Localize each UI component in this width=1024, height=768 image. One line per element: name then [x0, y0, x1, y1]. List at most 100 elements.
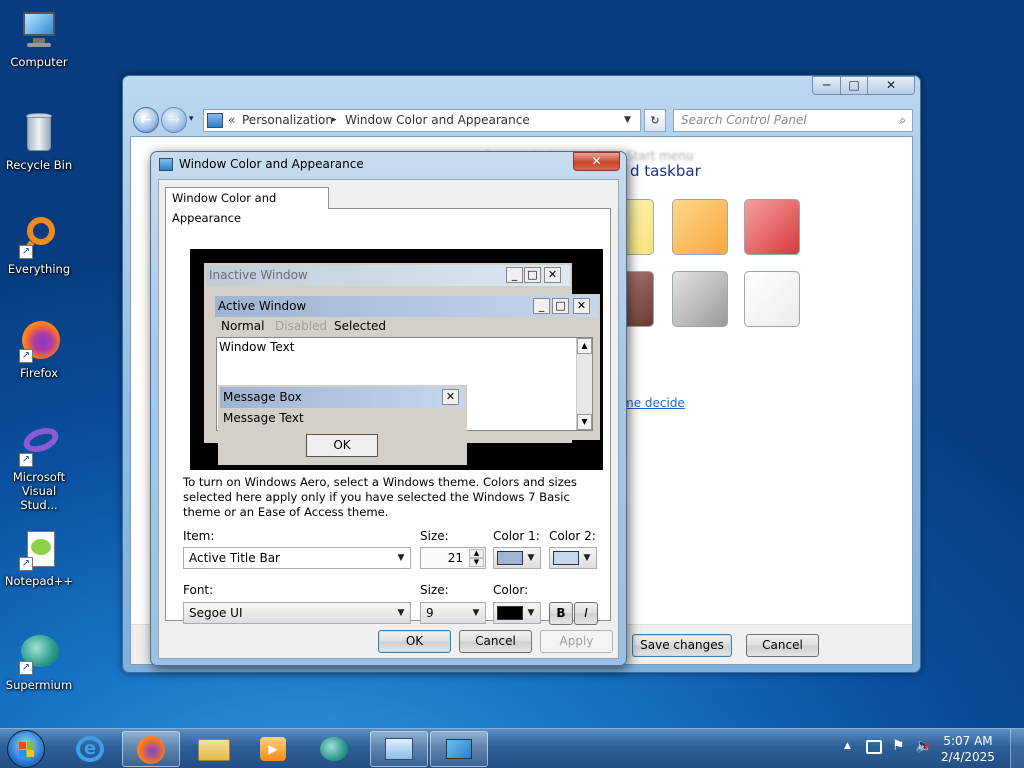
color-swatch-orange[interactable]	[672, 199, 728, 255]
overflow-chevron-icon: «	[228, 113, 236, 127]
color-swatch-white[interactable]	[744, 271, 800, 327]
back-button[interactable]: ←	[133, 107, 159, 133]
desktop-icon-recycle-bin[interactable]: Recycle Bin	[2, 111, 76, 172]
visual-studio-icon: ↗	[17, 423, 62, 467]
dialog-app-icon	[159, 158, 173, 171]
taskbar-personalization-icon[interactable]	[430, 731, 488, 767]
breadcrumb-window-color[interactable]: Window Color and Appearance	[345, 110, 530, 131]
preview-message-box: Message Box ✕ Message Text OK	[218, 385, 467, 465]
close-icon: ✕	[442, 389, 459, 405]
address-bar[interactable]: « Personalization ▸ Window Color and App…	[203, 109, 641, 132]
ok-button[interactable]: OK	[378, 630, 451, 653]
taskbar-control-panel-icon[interactable]	[370, 731, 428, 767]
desktop-icon-label: Everything	[7, 262, 71, 276]
breadcrumb-personalization[interactable]: Personalization	[242, 110, 333, 131]
appearance-preview[interactable]: Inactive Window _ □ ✕ Active Window _ □ …	[190, 249, 603, 470]
font-value: Segoe UI	[189, 606, 243, 620]
close-icon: ✕	[573, 298, 590, 314]
font-select[interactable]: Segoe UI ▼	[183, 602, 411, 624]
desktop-icon-label: Firefox	[19, 366, 59, 380]
refresh-icon[interactable]: ↻	[644, 109, 666, 132]
cancel-button[interactable]: Cancel	[746, 634, 819, 657]
desktop-icon-supermium[interactable]: ↗ Supermium	[2, 631, 76, 692]
scroll-up-icon: ▲	[577, 338, 592, 354]
close-button[interactable]: ✕	[867, 76, 915, 95]
inactive-title: Inactive Window	[209, 268, 308, 282]
color-swatch-red[interactable]	[744, 199, 800, 255]
font-color-picker[interactable]: ▼	[493, 602, 541, 624]
chevron-down-icon: ▼	[397, 553, 405, 563]
clock[interactable]: 5:07 AM 2/4/2025	[938, 733, 998, 765]
size-spinner[interactable]: 21 ▲ ▼	[420, 547, 486, 569]
message-box-title-bar: Message Box ✕	[220, 387, 465, 408]
desktop-icon-label: Microsoft Visual Stud...	[12, 470, 66, 512]
spin-down-icon[interactable]: ▼	[469, 558, 484, 567]
search-icon[interactable]: ⌕	[899, 110, 906, 131]
taskbar-supermium-icon[interactable]	[306, 731, 364, 767]
taskbar-media-player-icon[interactable]: ▶	[246, 731, 304, 767]
clock-time: 5:07 AM	[943, 734, 993, 748]
supermium-icon: ↗	[17, 631, 61, 675]
everything-icon: ↗	[17, 215, 61, 259]
minimize-icon: _	[506, 267, 523, 283]
spin-up-icon[interactable]: ▲	[469, 549, 484, 558]
computer-icon	[17, 8, 61, 52]
item-select[interactable]: Active Title Bar ▼	[183, 547, 411, 569]
forward-button[interactable]: →	[161, 107, 187, 133]
desktop-icon-visual-studio[interactable]: ↗ Microsoft Visual Stud...	[2, 423, 76, 512]
control-panel-icon	[207, 113, 223, 128]
bold-toggle[interactable]: B	[549, 602, 573, 625]
maximize-icon: □	[524, 267, 541, 283]
tab-panel: Inactive Window _ □ ✕ Active Window _ □ …	[165, 208, 611, 625]
item-label: Item:	[183, 529, 215, 543]
address-dropdown-icon[interactable]: ▼	[624, 110, 631, 131]
minimize-button[interactable]: ─	[812, 76, 841, 95]
chevron-down-icon: ▼	[527, 608, 535, 618]
close-icon: ✕	[544, 267, 561, 283]
volume-muted-icon[interactable]: 🔈 ✕	[915, 738, 932, 754]
maximize-button[interactable]: □	[840, 76, 868, 95]
apply-button[interactable]: Apply	[540, 630, 613, 653]
color1-picker[interactable]: ▼	[493, 547, 541, 569]
color1-label: Color 1:	[493, 529, 540, 543]
chevron-down-icon: ▼	[472, 608, 480, 618]
color2-picker[interactable]: ▼	[549, 547, 597, 569]
search-input[interactable]: Search Control Panel ⌕	[673, 109, 913, 132]
dialog-close-button[interactable]: ✕	[573, 152, 620, 171]
auto-color-link[interactable]: me decide	[622, 396, 685, 410]
desktop-icon-firefox[interactable]: ↗ Firefox	[2, 319, 76, 380]
size-label: Size:	[420, 529, 449, 543]
color2-swatch	[553, 551, 579, 565]
desktop-icon-computer[interactable]: Computer	[2, 8, 76, 69]
taskbar-firefox-icon[interactable]	[122, 731, 180, 767]
taskbar-explorer-icon[interactable]	[186, 731, 244, 767]
font-size-select[interactable]: 9 ▼	[420, 602, 486, 624]
italic-toggle[interactable]: I	[574, 602, 598, 625]
desktop-icon-notepadpp[interactable]: ↗ Notepad++	[2, 527, 76, 588]
taskbar-ie-icon[interactable]: e	[62, 731, 120, 767]
save-changes-button[interactable]: Save changes	[632, 634, 732, 657]
preview-menu-bar: Normal Disabled Selected	[215, 317, 598, 337]
window-color-dialog: Window Color and Appearance ✕ Window Col…	[150, 151, 627, 666]
scroll-down-icon: ▼	[577, 414, 592, 430]
show-desktop-button[interactable]	[1010, 729, 1024, 768]
message-text: Message Text	[223, 411, 304, 425]
action-center-flag-icon[interactable]: ⚑	[892, 738, 905, 754]
recent-pages-dropdown[interactable]: ▾	[189, 114, 194, 124]
shortcut-arrow-icon: ↗	[19, 245, 33, 259]
desktop-icon-label: Computer	[10, 55, 68, 69]
font-size-value: 9	[426, 606, 434, 620]
start-button[interactable]	[7, 730, 45, 768]
taskbar: e ▶ ▲ ⚑ 🔈 ✕ 5:07 AM 2/4/2025	[0, 728, 1024, 768]
desktop-icon-everything[interactable]: ↗ Everything	[2, 215, 76, 276]
shortcut-arrow-icon: ↗	[19, 453, 33, 467]
shortcut-arrow-icon: ↗	[19, 557, 33, 571]
network-icon[interactable]	[866, 740, 882, 754]
tab-window-color[interactable]: Window Color and Appearance	[165, 187, 329, 225]
clock-date: 2/4/2025	[941, 750, 995, 764]
font-label: Font:	[183, 583, 214, 597]
dialog-cancel-button[interactable]: Cancel	[459, 630, 532, 653]
color-swatch-gray[interactable]	[672, 271, 728, 327]
show-hidden-icons-icon[interactable]: ▲	[844, 741, 851, 751]
preview-scrollbar: ▲ ▼	[576, 338, 592, 430]
